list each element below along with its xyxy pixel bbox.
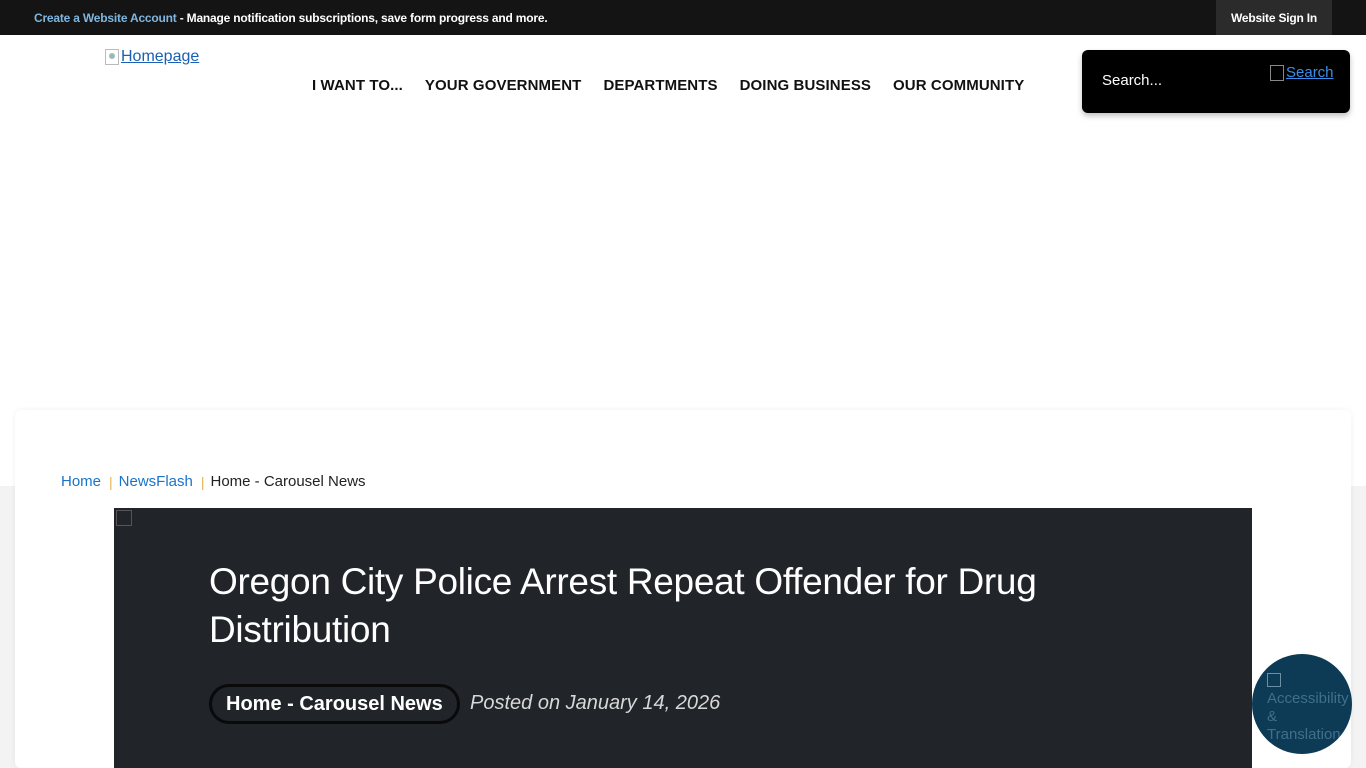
create-account-description: - Manage notification subscriptions, sav… <box>176 11 548 25</box>
article-title: Oregon City Police Arrest Repeat Offende… <box>209 561 1037 650</box>
search-button-alt: Search <box>1286 64 1334 81</box>
logo-alt-text: Homepage <box>121 48 200 65</box>
website-sign-in-button[interactable]: Website Sign In <box>1216 0 1332 35</box>
accessibility-alt-text: Accessibility & Translation <box>1267 690 1349 743</box>
article-posted-date: Posted on January 14, 2026 <box>470 692 721 714</box>
utility-bar: Create a Website Account - Manage notifi… <box>0 0 1366 35</box>
search-input[interactable] <box>1102 72 1262 89</box>
nav-our-community[interactable]: OUR COMMUNITY <box>893 77 1024 94</box>
nav-departments[interactable]: DEPARTMENTS <box>603 77 717 94</box>
account-message: Create a Website Account - Manage notifi… <box>34 11 548 25</box>
site-header: Homepage I WANT TO... YOUR GOVERNMENT DE… <box>0 35 1366 136</box>
accessibility-icon <box>1267 673 1281 687</box>
breadcrumb-current: Home - Carousel News <box>210 473 366 490</box>
accessibility-label: Accessibility & Translation <box>1267 672 1349 744</box>
article-header: Oregon City Police Arrest Repeat Offende… <box>114 508 1252 768</box>
breadcrumb-separator: | <box>109 473 113 490</box>
nav-your-government[interactable]: YOUR GOVERNMENT <box>425 77 582 94</box>
create-account-link[interactable]: Create a Website Account <box>34 11 177 25</box>
breadcrumb-newsflash[interactable]: NewsFlash <box>119 473 193 490</box>
broken-image-icon <box>116 510 132 526</box>
accessibility-translation-button[interactable]: Accessibility & Translation <box>1252 654 1352 754</box>
nav-i-want-to[interactable]: I WANT TO... <box>312 77 403 94</box>
article-category-badge[interactable]: Home - Carousel News <box>209 684 460 724</box>
homepage-logo-link[interactable]: Homepage <box>105 48 199 66</box>
breadcrumb-separator: | <box>200 473 205 490</box>
search-button[interactable]: Search <box>1270 64 1334 81</box>
search-icon <box>1270 64 1284 81</box>
search-box: Search <box>1082 50 1350 113</box>
breadcrumb-home[interactable]: Home <box>61 473 101 490</box>
nav-doing-business[interactable]: DOING BUSINESS <box>740 77 871 94</box>
main-navigation: I WANT TO... YOUR GOVERNMENT DEPARTMENTS… <box>312 77 1024 94</box>
broken-image-icon <box>105 49 119 65</box>
breadcrumb: Home | NewsFlash | Home - Carousel News <box>61 473 366 490</box>
